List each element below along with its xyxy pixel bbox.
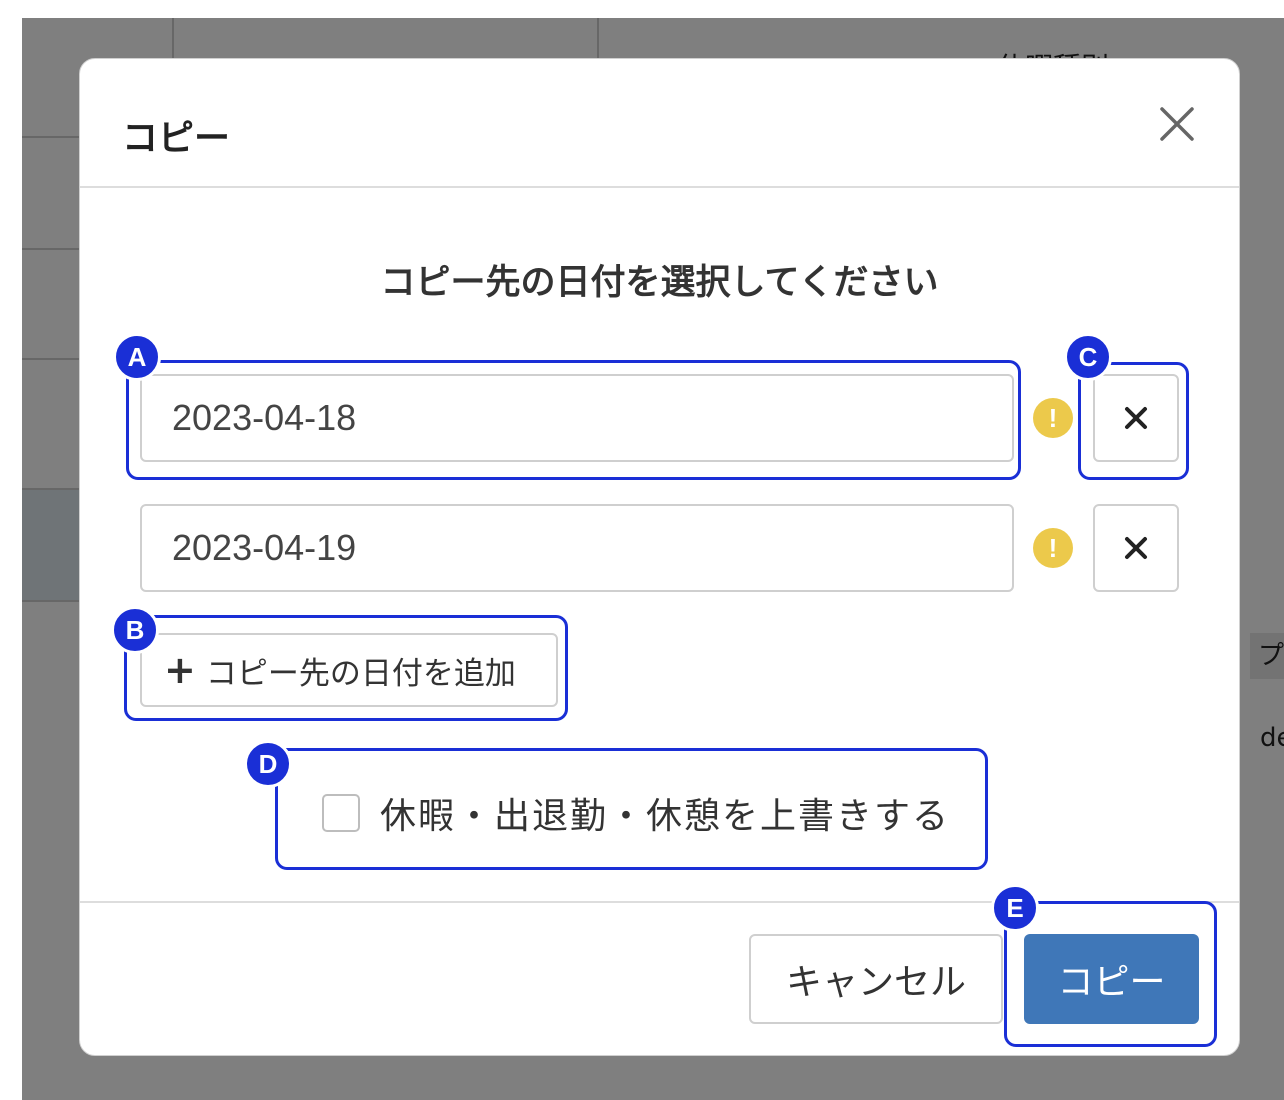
callout-box-a bbox=[126, 360, 1021, 480]
remove-icon bbox=[1125, 537, 1147, 559]
remove-date-button-2[interactable] bbox=[1093, 504, 1179, 592]
callout-box-b bbox=[124, 615, 568, 721]
instruction-text: コピー先の日付を選択してください bbox=[380, 263, 939, 303]
callout-badge-e: E bbox=[991, 884, 1039, 932]
close-icon bbox=[1160, 107, 1194, 141]
callout-badge-a: A bbox=[113, 333, 161, 381]
warning-icon: ! bbox=[1033, 528, 1073, 568]
dialog-title: コピー bbox=[122, 118, 231, 159]
callout-badge-d: D bbox=[244, 740, 292, 788]
callout-badge-c: C bbox=[1064, 333, 1112, 381]
cancel-button[interactable]: キャンセル bbox=[749, 934, 1003, 1024]
callout-box-d bbox=[275, 748, 988, 870]
close-button[interactable] bbox=[1152, 99, 1202, 149]
header-divider bbox=[80, 186, 1239, 188]
callout-badge-b: B bbox=[111, 606, 159, 654]
date-field-2[interactable] bbox=[140, 504, 1014, 592]
warning-icon: ! bbox=[1033, 398, 1073, 438]
callout-box-e bbox=[1004, 901, 1217, 1047]
